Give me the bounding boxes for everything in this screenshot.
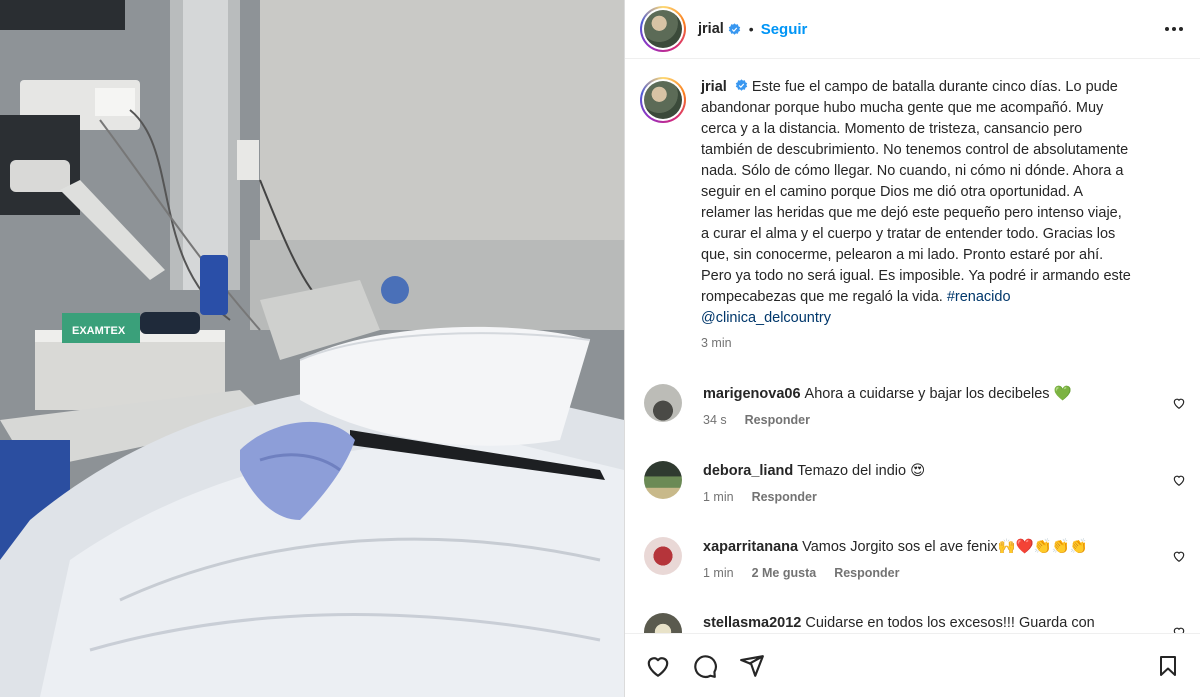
comment-like-heart-icon[interactable] [1172,473,1186,487]
commenter-avatar[interactable] [644,613,682,633]
caption-avatar[interactable] [640,77,686,123]
comment-item: debora_liand Temazo del indio 😍 1 min Resp… [640,461,1186,504]
comment-time: 1 min [703,566,734,580]
bookmark-icon[interactable] [1154,652,1182,680]
comment-username[interactable]: stellasma2012 [703,615,801,631]
post-detail-panel: jrial • Seguir jrial Este fue el campo d… [624,0,1200,697]
comment-username[interactable]: xaparritanana [703,539,798,555]
heart-icon[interactable] [644,652,672,680]
caption-username[interactable]: jrial [701,79,727,95]
reply-button[interactable]: Responder [834,566,899,580]
comment-item: marigenova06 Ahora a cuidarse y bajar los… [640,384,1186,427]
post-header: jrial • Seguir [625,0,1200,59]
verified-badge-icon [735,79,748,92]
comment-emoji: 💚 [1053,386,1072,402]
comment-time: 34 s [703,413,727,427]
commenter-avatar[interactable] [644,461,682,499]
comment-time: 1 min [703,490,734,504]
mention-link[interactable]: @clinica_delcountry [701,310,831,326]
comments-list[interactable]: jrial Este fue el campo de batalla duran… [625,60,1200,633]
comment-like-heart-icon[interactable] [1172,549,1186,563]
reply-button[interactable]: Responder [745,413,810,427]
comment-likes[interactable]: 2 Me gusta [752,566,817,580]
comment-text: Vamos Jorgito sos el ave fenix [802,539,998,555]
more-options-icon[interactable] [1162,17,1186,41]
comment-username[interactable]: marigenova06 [703,386,801,402]
commenter-avatar[interactable] [644,537,682,575]
comment-emoji: 😍 [910,463,926,479]
verified-badge-icon [728,22,741,36]
commenter-avatar[interactable] [644,384,682,422]
comment-text: Temazo del indio [797,463,907,479]
separator-dot: • [748,21,754,37]
post-actions-bar [625,633,1200,697]
comment-text: Cuidarse en todos los excesos!!! Guarda … [805,615,1095,631]
comment-like-heart-icon[interactable] [1172,625,1186,633]
comment-username[interactable]: debora_liand [703,463,793,479]
comment-icon[interactable] [691,652,719,680]
comment-item: xaparritanana Vamos Jorgito sos el ave fe… [640,537,1186,580]
comment-text: Ahora a cuidarse y bajar los decibeles [804,386,1050,402]
caption-text: Este fue el campo de batalla durante cin… [701,79,1131,305]
comment-item: stellasma2012 Cuidarse en todos los exces… [640,613,1186,633]
author-avatar[interactable] [640,6,686,52]
author-username[interactable]: jrial [698,21,724,37]
share-icon[interactable] [738,652,766,680]
comment-like-heart-icon[interactable] [1172,396,1186,410]
comment-emoji: 🙌❤️👏👏👏 [997,539,1088,555]
caption-timestamp: 3 min [701,336,732,350]
follow-button[interactable]: Seguir [761,21,808,38]
tissue-box-label: EXAMTEX [72,325,126,337]
hashtag-link[interactable]: #renacido [947,289,1011,305]
hospital-bed-image: EXAMTEX [0,0,624,697]
reply-button[interactable]: Responder [752,490,817,504]
post-caption: jrial Este fue el campo de batalla duran… [625,60,1200,350]
post-photo: EXAMTEX [0,0,624,697]
